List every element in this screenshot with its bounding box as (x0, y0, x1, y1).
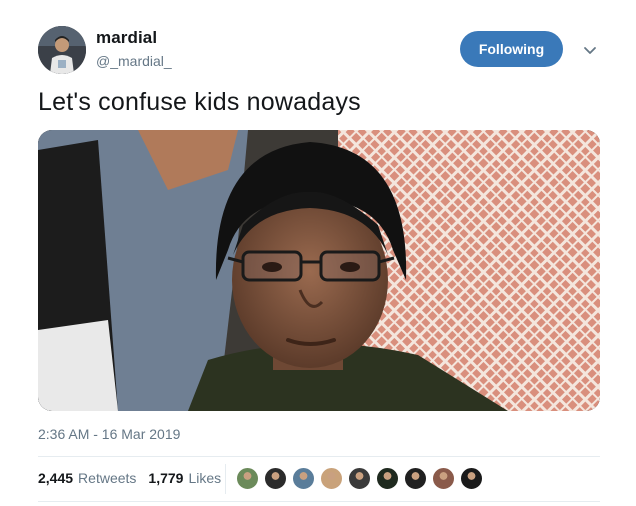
liker-avatar[interactable] (375, 466, 400, 491)
following-button[interactable]: Following (460, 31, 563, 67)
retweets-stat[interactable]: 2,445 Retweets (38, 470, 136, 486)
avatar[interactable] (38, 26, 86, 74)
liker-avatar[interactable] (319, 466, 344, 491)
divider (38, 456, 600, 457)
liker-avatar[interactable] (347, 466, 372, 491)
display-name[interactable]: mardial (96, 28, 157, 48)
divider (38, 501, 600, 502)
tweet-card: mardial @_mardial_ Following Let's confu… (0, 0, 636, 506)
liker-avatar[interactable] (291, 466, 316, 491)
liker-avatar[interactable] (459, 466, 484, 491)
liker-avatars (235, 466, 487, 491)
tweet-timestamp[interactable]: 2:36 AM - 16 Mar 2019 (38, 426, 180, 442)
liker-avatar[interactable] (403, 466, 428, 491)
likes-count: 1,779 (148, 470, 184, 486)
liker-avatar[interactable] (263, 466, 288, 491)
tweet-photo[interactable] (38, 130, 600, 411)
liker-avatar[interactable] (431, 466, 456, 491)
retweets-label: Retweets (78, 470, 137, 486)
photo-image (38, 130, 600, 411)
likes-stat[interactable]: 1,779 Likes (148, 470, 221, 486)
stats-separator (225, 464, 226, 494)
tweet-text: Let's confuse kids nowadays (38, 88, 361, 116)
avatar-photo (38, 26, 86, 74)
likes-label: Likes (188, 470, 222, 486)
user-handle[interactable]: @_mardial_ (96, 53, 172, 69)
engagement-stats: 2,445 Retweets 1,779 Likes (38, 470, 233, 486)
liker-avatar[interactable] (235, 466, 260, 491)
retweets-count: 2,445 (38, 470, 74, 486)
chevron-down-icon[interactable] (580, 40, 600, 60)
